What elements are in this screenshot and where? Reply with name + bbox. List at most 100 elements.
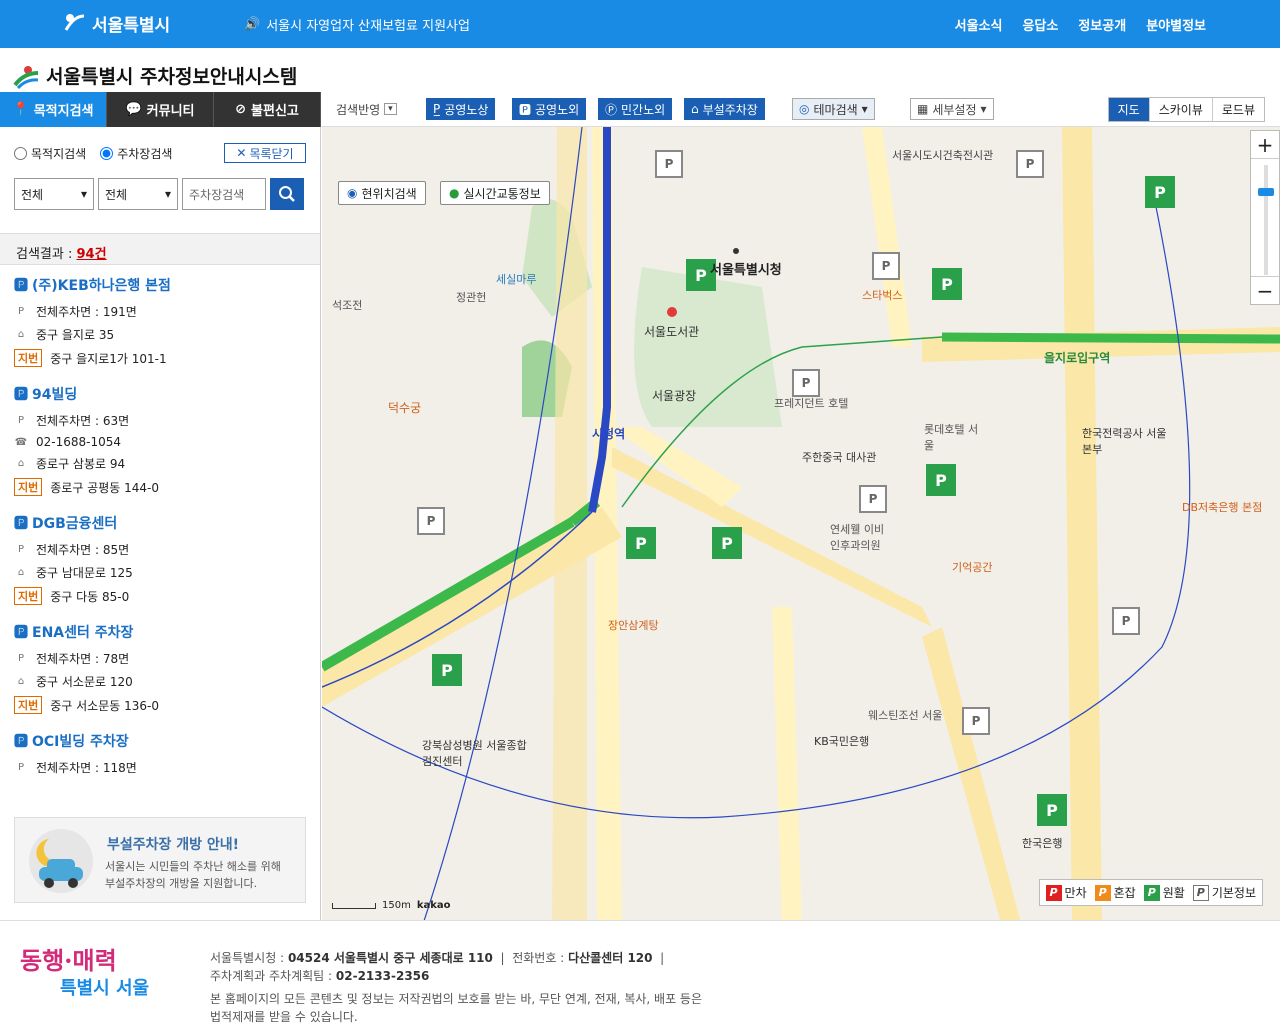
search-button[interactable]	[270, 178, 304, 210]
parking-info-marker-icon[interactable]: P	[417, 507, 445, 535]
map-label-deoksugung[interactable]: 덕수궁	[388, 399, 421, 416]
map-label-outback[interactable]: DB저축은행 본점	[1182, 499, 1272, 515]
parking-info-marker-icon[interactable]: P	[859, 485, 887, 513]
map-label-starbucks[interactable]: 스타벅스	[862, 287, 902, 303]
parking-building-icon: 🅿	[14, 278, 28, 294]
map-label-sesilmaru[interactable]: 세실마루	[496, 271, 536, 287]
result-item[interactable]: 🅿 (주)KEB하나은행 본점 P 전체주차면 : 191면 ⌂ 중구 을지로 35 …	[14, 275, 314, 367]
parking-marker-icon[interactable]: P	[1145, 176, 1175, 208]
parking-marker-icon[interactable]: P	[926, 464, 956, 496]
nav-info-open[interactable]: 정보공개	[1078, 15, 1126, 34]
map-label-kukje[interactable]: 주한중국 대사관	[802, 449, 876, 465]
result-item[interactable]: 🅿 ENA센터 주차장 P 전체주차면 : 78면 ⌂ 중구 서소문로 120 지번 중…	[14, 622, 314, 714]
phone-label: 전화번호 :	[512, 951, 565, 965]
map-label-lotte-dept[interactable]: 기억공간	[952, 559, 992, 575]
map-label-bok[interactable]: KB국민은행	[814, 733, 869, 749]
layer-public-offstreet[interactable]: 🅿 공영노외	[512, 98, 587, 120]
tab-destination-search[interactable]: 📍 목적지검색	[0, 92, 107, 127]
zoom-slider-handle[interactable]	[1258, 188, 1274, 196]
map-label-jeogyeonggungteo[interactable]: 웨스틴조선 서울	[868, 707, 942, 723]
realtime-traffic-button[interactable]: ● 실시간교통정보	[440, 181, 550, 205]
dong-select[interactable]: 전체 ▾	[98, 178, 178, 210]
parking-marker-icon[interactable]: P	[932, 268, 962, 300]
result-item[interactable]: 🅿 OCI빌딩 주차장 P 전체주차면 : 118면	[14, 731, 314, 776]
parking-info-marker-icon[interactable]: P	[962, 707, 990, 735]
map-label-westin[interactable]: 연세웰 이비인후과의원	[830, 521, 890, 553]
result-title[interactable]: 🅿 (주)KEB하나은행 본점	[14, 275, 314, 295]
close-list-button[interactable]: ✕ 목록닫기	[224, 143, 306, 163]
parking-info-marker-icon[interactable]: P	[1112, 607, 1140, 635]
result-count-bar: 검색결과 : 94건	[0, 233, 320, 265]
map-label-kangbuk-samsung[interactable]: 강북삼성병원 서울종합검진센터	[422, 737, 532, 769]
result-title[interactable]: 🅿 OCI빌딩 주차장	[14, 731, 314, 751]
seoul-logo[interactable]: 서울특별시	[62, 10, 170, 36]
parking-info-marker-icon[interactable]: P	[872, 252, 900, 280]
map-scale: 150m kakao	[332, 900, 451, 911]
radio-destination-input[interactable]	[14, 147, 27, 160]
parking-info-marker-icon[interactable]: P	[792, 369, 820, 397]
phone-icon: ☎	[14, 436, 28, 448]
district-select[interactable]: 전체 ▾	[14, 178, 94, 210]
address-text: 중구 을지로 35	[36, 328, 115, 342]
radio-destination[interactable]: 목적지검색	[14, 145, 86, 162]
parking-marker-icon[interactable]: P	[626, 527, 656, 559]
current-location-button[interactable]: ◉ 현위치검색	[338, 181, 426, 205]
p-flag-icon: P̲	[433, 102, 441, 116]
map-type-skyview[interactable]: 스카이뷰	[1149, 98, 1213, 121]
library-marker-icon	[667, 307, 677, 317]
address-text: 종로구 삼봉로 94	[36, 457, 126, 471]
zoom-out-button[interactable]: −	[1251, 276, 1279, 304]
map-label-president-hotel[interactable]: 프레지던트 호텔	[774, 395, 854, 411]
location-target-icon: ◉	[347, 186, 358, 200]
parking-marker-icon[interactable]: P	[1037, 794, 1067, 826]
layer-attached-parking[interactable]: ⌂ 부설주차장	[684, 98, 765, 120]
map-label-police[interactable]: 서울시도시건축전시관	[892, 147, 993, 163]
congested-parking-icon: P	[1094, 884, 1111, 901]
parking-info-marker-icon[interactable]: P	[1016, 150, 1044, 178]
tab-community[interactable]: 💬 커뮤니티	[107, 92, 214, 127]
result-title[interactable]: 🅿 DGB금융센터	[14, 513, 314, 533]
shared-parking-banner[interactable]: 부설주차장 개방 안내! 서울시는 시민들의 주차난 해소를 위해 부설주차장의…	[14, 817, 306, 903]
map-label-samgyetang[interactable]: 장안삼계탕	[608, 617, 659, 633]
map-label-cityhall-station[interactable]: 시청역	[592, 425, 625, 442]
layer-public-street[interactable]: P̲ 공영노상	[426, 98, 496, 120]
map-label-seokjojeon[interactable]: 석조전	[332, 297, 362, 313]
map-label-plaza[interactable]: 서울광장	[652, 387, 696, 404]
map-type-map[interactable]: 지도	[1108, 98, 1150, 121]
parking-marker-icon[interactable]: P	[432, 654, 462, 686]
tab-complaint[interactable]: ⊘ 불편신고	[214, 92, 321, 127]
layer-private-offstreet[interactable]: Ⓟ 민간노외	[598, 98, 673, 120]
parking-marker-icon[interactable]: P	[712, 527, 742, 559]
map-label-euljiro-station[interactable]: 을지로입구역	[1044, 349, 1110, 366]
home-icon: ⌂	[17, 567, 25, 578]
radio-parking-input[interactable]	[100, 147, 114, 160]
map-label-library[interactable]: 서울도서관	[644, 323, 699, 340]
result-item[interactable]: 🅿 94빌딩 P 전체주차면 : 63면 ☎ 02-1688-1054 ⌂ 종로구 삼봉…	[14, 384, 314, 496]
nav-field-info[interactable]: 분야별정보	[1146, 15, 1206, 34]
search-reflect-toggle[interactable]: 검색반영 ▾	[336, 98, 397, 120]
parking-search-input[interactable]: 주차장검색	[182, 178, 266, 210]
nav-news[interactable]: 서울소식	[955, 15, 1003, 34]
result-count[interactable]: 94건	[77, 247, 107, 262]
caret-down-icon: ▾	[861, 102, 868, 116]
map-label-lotte-hotel[interactable]: 롯데호텔 서울	[924, 421, 984, 453]
map-label-kepco[interactable]: 한국전력공사 서울본부	[1082, 425, 1172, 457]
map-canvas[interactable]: P P P P P P P P P P P P P P P P 서울특별시청 서…	[322, 127, 1280, 920]
map-label-jeonggwanheon[interactable]: 정관헌	[456, 289, 486, 305]
map-label-central-post[interactable]: 한국은행	[1022, 835, 1082, 851]
result-title[interactable]: 🅿 ENA센터 주차장	[14, 622, 314, 642]
legend-label: 혼잡	[1113, 886, 1136, 900]
theme-search[interactable]: ◎ 테마검색 ▾	[792, 98, 875, 120]
zoom-in-button[interactable]: +	[1251, 131, 1279, 159]
detail-settings[interactable]: ▦ 세부설정 ▾	[910, 98, 994, 120]
zoom-track[interactable]	[1264, 165, 1268, 275]
map-label-city-hall[interactable]: 서울특별시청	[710, 259, 782, 278]
result-item[interactable]: 🅿 DGB금융센터 P 전체주차면 : 85면 ⌂ 중구 남대문로 125 지번 중구 …	[14, 513, 314, 605]
slogan-logo: 동행·매력 특별시 서울	[20, 947, 149, 1003]
map-type-roadview[interactable]: 로드뷰	[1212, 98, 1264, 121]
nav-eungdapso[interactable]: 응답소	[1022, 15, 1058, 34]
result-title[interactable]: 🅿 94빌딩	[14, 384, 314, 404]
radio-parking[interactable]: 주차장검색	[100, 145, 172, 162]
notice-banner[interactable]: 🔊 서울시 자영업자 산재보험료 지원사업	[244, 15, 470, 34]
parking-info-marker-icon[interactable]: P	[655, 150, 683, 178]
